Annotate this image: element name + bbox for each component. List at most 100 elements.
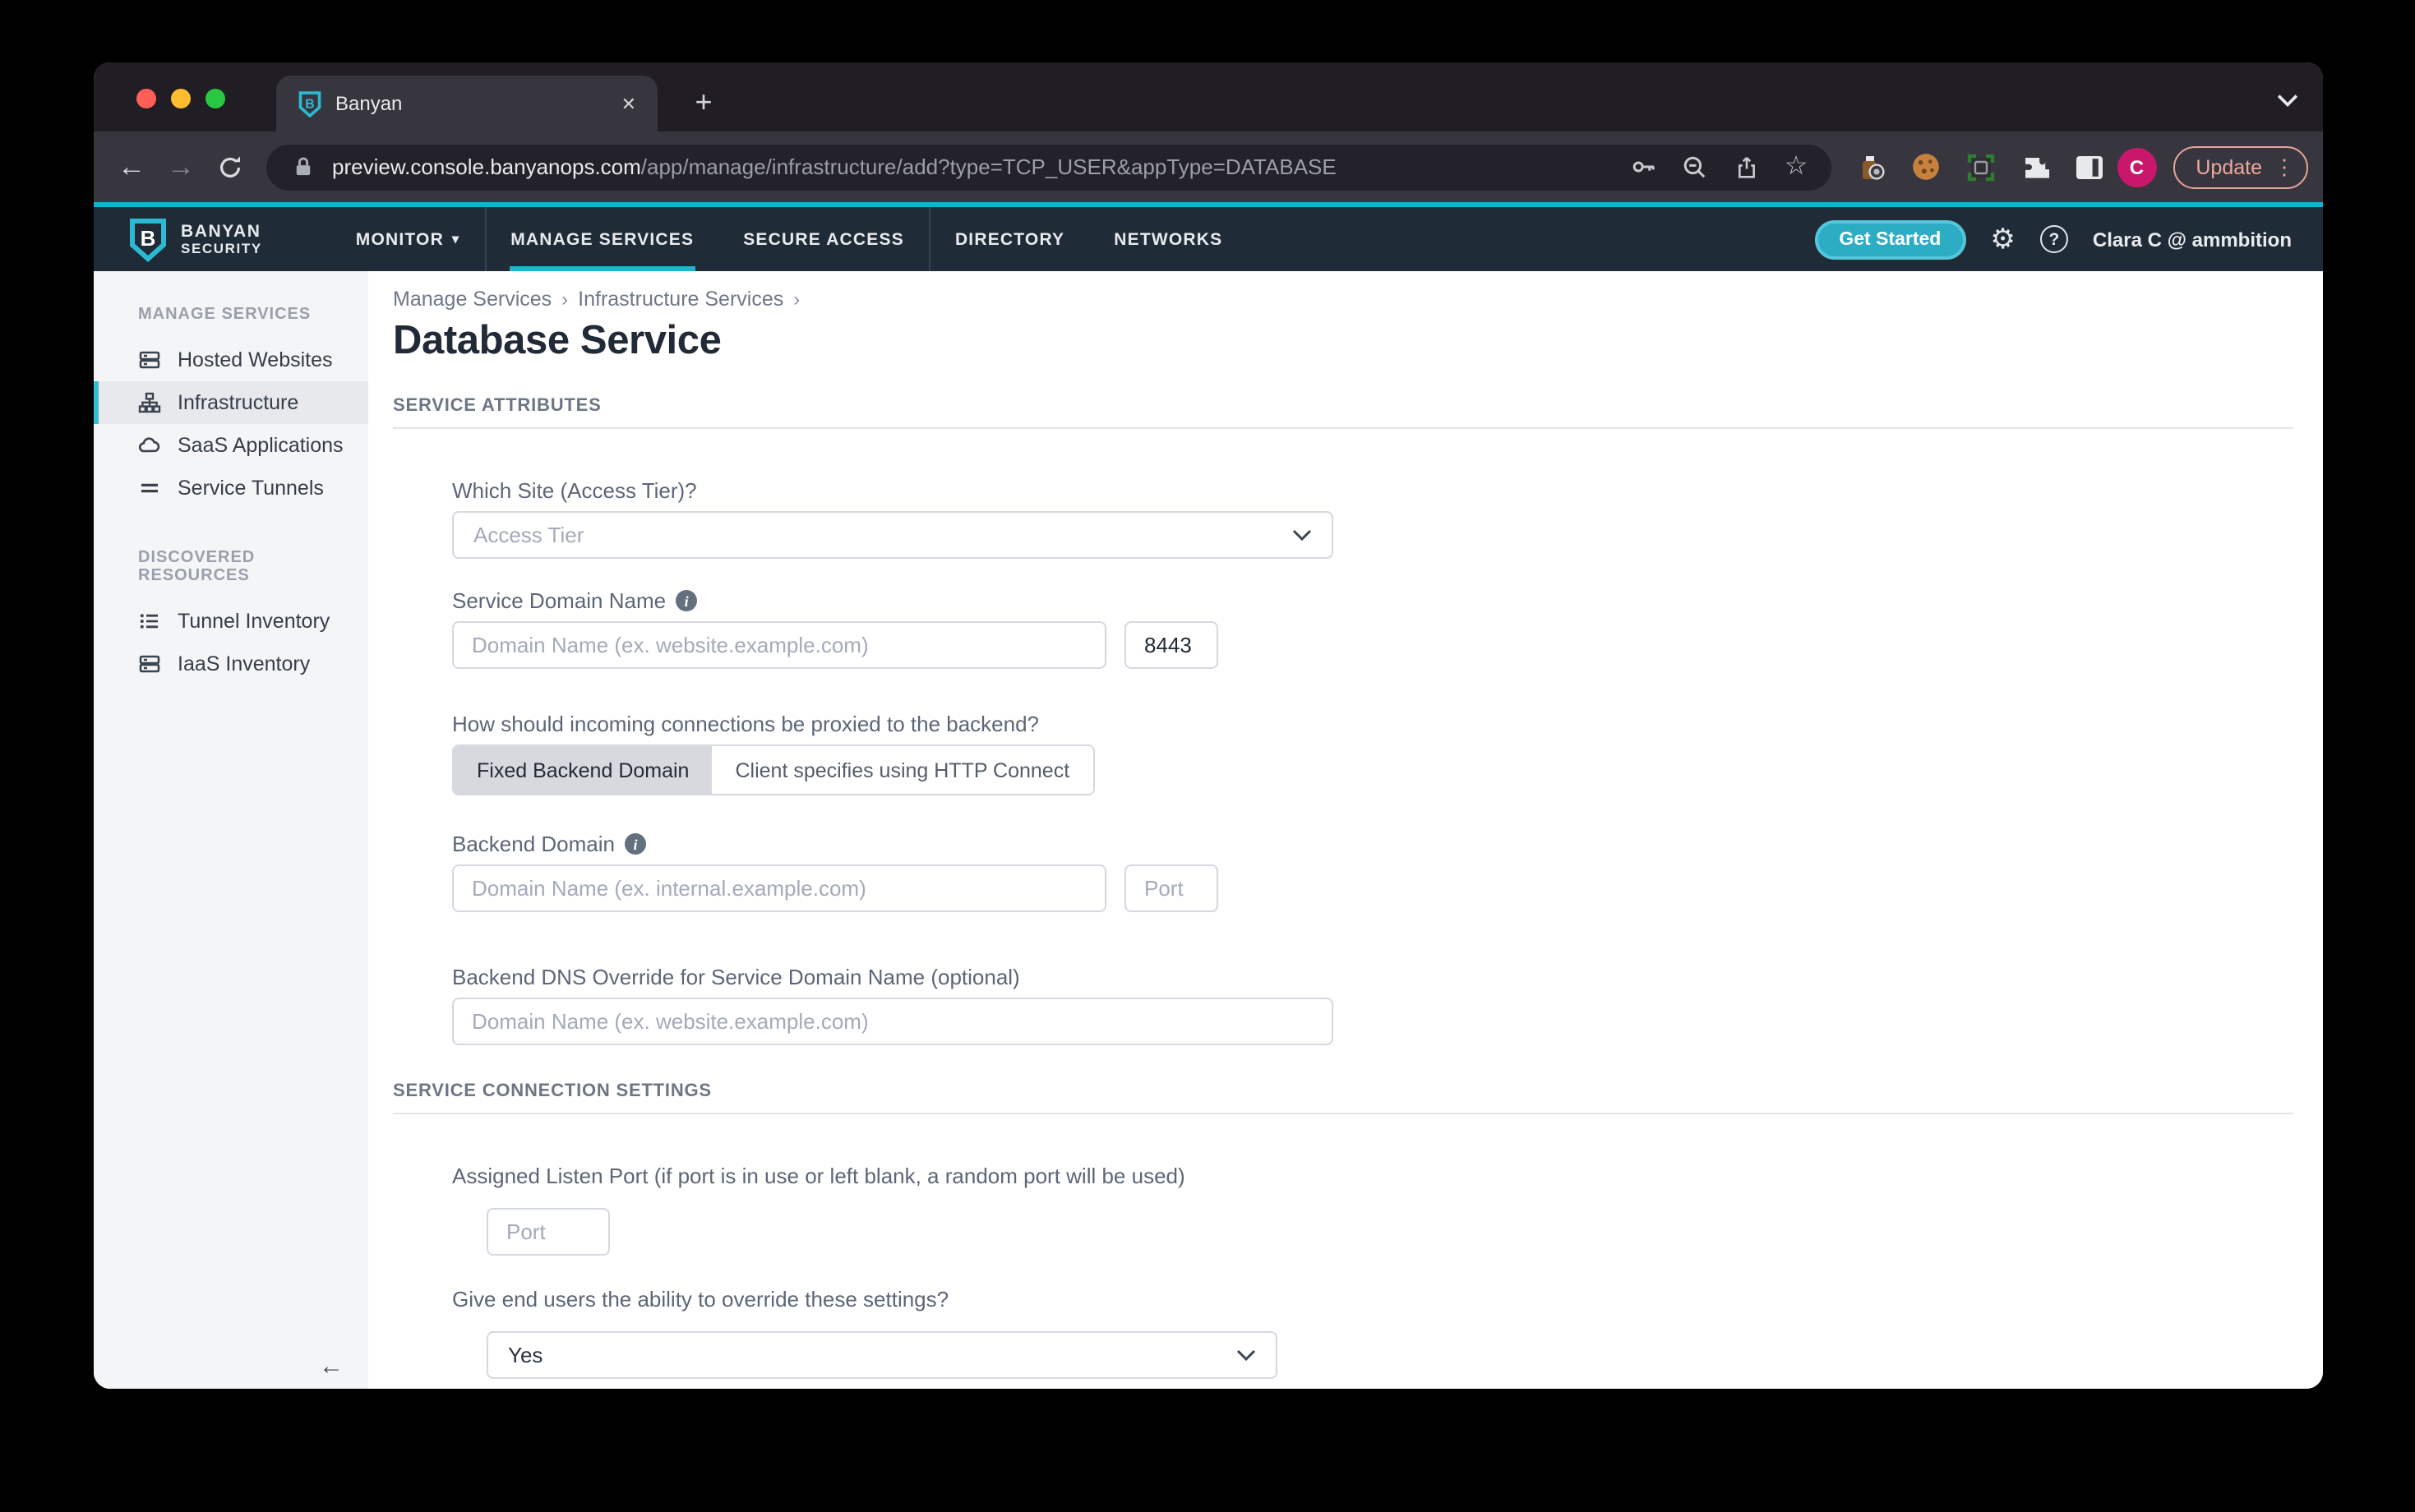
monitor-caret-icon: ▾ (451, 232, 460, 247)
sidebar-item-hosted-websites[interactable]: Hosted Websites (94, 339, 368, 381)
omnibox-actions: ☆ (1632, 153, 1808, 180)
connection-form: Assigned Listen Port (if port is in use … (452, 1164, 2293, 1389)
window-controls (136, 89, 225, 108)
help-icon[interactable]: ? (2039, 225, 2068, 253)
back-icon[interactable]: ← (109, 144, 155, 190)
sidebar-item-infrastructure[interactable]: Infrastructure (94, 381, 368, 424)
lock-icon (289, 154, 316, 180)
banyan-favicon: B (296, 90, 322, 118)
minimize-window-button[interactable] (171, 89, 191, 108)
brand-line2: SECURITY (181, 239, 262, 256)
site-label: Which Site (Access Tier)? (452, 478, 697, 503)
section-connection-settings: SERVICE CONNECTION SETTINGS (393, 1081, 712, 1101)
sidebar-item-tunnel-inventory[interactable]: Tunnel Inventory (94, 600, 368, 643)
backend-domain-input[interactable] (452, 864, 1106, 912)
backend-proxy-toggle: Fixed Backend Domain Client specifies us… (452, 744, 1095, 795)
info-icon[interactable]: i (625, 833, 646, 855)
url-text[interactable]: preview.console.banyanops.com/app/manage… (332, 154, 1615, 179)
tab-search-chevron-icon[interactable] (2277, 85, 2298, 115)
cookie-extension-icon[interactable] (1908, 149, 1944, 185)
sidebar-item-saas-applications[interactable]: SaaS Applications (94, 424, 368, 467)
tab-close-icon[interactable]: ✕ (616, 93, 641, 114)
service-domain-input[interactable] (452, 621, 1106, 669)
nav-networks[interactable]: NETWORKS (1089, 207, 1247, 271)
brand-line1: BANYAN (181, 221, 261, 242)
screenshot-extension-icon[interactable] (1962, 149, 1998, 185)
breadcrumb-separator: › (561, 288, 569, 311)
extensions-puzzle-icon[interactable] (2016, 149, 2053, 185)
section-divider (393, 427, 2293, 429)
extensions-row (1854, 149, 2107, 185)
forward-icon[interactable]: → (158, 144, 204, 190)
header-right: Get Started ⚙ ? Clara C @ ammbition (1814, 207, 2292, 271)
sidebar-item-service-tunnels[interactable]: Service Tunnels (94, 467, 368, 509)
bookmark-star-icon[interactable]: ☆ (1785, 153, 1808, 180)
nav-directory[interactable]: DIRECTORY (930, 207, 1089, 271)
url-domain: preview.console.banyanops.com (332, 154, 641, 179)
update-label: Update (2196, 155, 2262, 178)
new-tab-button[interactable]: + (682, 81, 725, 123)
settings-gear-icon[interactable]: ⚙ (1990, 225, 2016, 253)
backend-domain-label: Backend Domain i (452, 832, 2293, 856)
server-icon (138, 348, 161, 371)
zoom-window-button[interactable] (205, 89, 225, 108)
zoom-out-icon[interactable] (1683, 154, 1709, 180)
user-menu[interactable]: Clara C @ ammbition (2093, 228, 2292, 251)
tab-title: Banyan (335, 92, 403, 115)
page-title: Database Service (393, 319, 722, 363)
service-domain-label: Service Domain Name i (452, 588, 2293, 613)
sitemap-icon (138, 391, 161, 414)
access-tier-select[interactable]: Access Tier (452, 511, 1333, 559)
get-started-button[interactable]: Get Started (1814, 219, 1966, 259)
toggle-fixed-backend-domain[interactable]: Fixed Backend Domain (454, 746, 713, 794)
nav-secure-access[interactable]: SECURE ACCESS (718, 207, 929, 271)
toggle-client-http-connect[interactable]: Client specifies using HTTP Connect (712, 746, 1093, 794)
update-chrome-button[interactable]: Update ⋮ (2173, 145, 2308, 188)
breadcrumb-manage-services[interactable]: Manage Services (393, 288, 552, 311)
browser-menu-dots-icon[interactable]: ⋮ (2274, 154, 2295, 180)
breadcrumb-separator: › (793, 288, 801, 311)
primary-nav: MONITOR ▾ MANAGE SERVICES SECURE ACCESS … (331, 207, 1248, 271)
address-bar[interactable]: preview.console.banyanops.com/app/manage… (266, 144, 1831, 190)
service-form: Which Site (Access Tier)? Access Tier Se… (452, 478, 2293, 1045)
nav-manage-services[interactable]: MANAGE SERVICES (486, 207, 718, 271)
access-tier-placeholder: Access Tier (473, 523, 584, 547)
browser-tab[interactable]: B Banyan ✕ (276, 76, 658, 131)
sidebar-heading-discovered-resources: DISCOVERED RESOURCES (138, 549, 256, 585)
tunnel-lines-icon (138, 477, 161, 500)
dns-override-input[interactable] (452, 998, 1333, 1045)
sidebar-collapse-icon[interactable]: ← (319, 1353, 344, 1381)
tab-strip: B Banyan ✕ + (94, 62, 2323, 131)
override-label: Give end users the ability to override t… (452, 1287, 949, 1311)
listen-port-input[interactable] (487, 1208, 610, 1256)
sidebar-item-iaas-inventory[interactable]: IaaS Inventory (94, 643, 368, 685)
section-service-attributes: SERVICE ATTRIBUTES (393, 396, 602, 416)
sidebar: MANAGE SERVICES Hosted Websites Infrastr… (94, 271, 368, 1389)
desktop: B Banyan ✕ + ← → preview.console.banyano… (0, 0, 2415, 1512)
breadcrumb: Manage Services › Infrastructure Service… (393, 288, 2293, 311)
side-panel-icon[interactable] (2071, 149, 2107, 185)
dns-override-label: Backend DNS Override for Service Domain … (452, 965, 1020, 989)
override-select[interactable]: Yes (487, 1331, 1277, 1379)
profile-avatar[interactable]: C (2117, 147, 2157, 187)
password-key-icon[interactable] (1632, 154, 1658, 180)
breadcrumb-infrastructure-services[interactable]: Infrastructure Services (578, 288, 783, 311)
info-icon[interactable]: i (676, 590, 698, 611)
share-icon[interactable] (1734, 154, 1760, 180)
service-port-input[interactable] (1124, 621, 1218, 669)
backend-port-input[interactable] (1124, 864, 1218, 912)
browser-window: B Banyan ✕ + ← → preview.console.banyano… (94, 62, 2323, 1389)
override-value: Yes (508, 1343, 543, 1367)
proxy-question-label: How should incoming connections be proxi… (452, 712, 1040, 736)
reload-icon[interactable] (207, 144, 253, 190)
backend-domain-row (452, 864, 2293, 912)
main-content: Manage Services › Infrastructure Service… (368, 271, 2323, 1389)
svg-text:B: B (141, 225, 156, 250)
close-window-button[interactable] (136, 89, 156, 108)
banyan-shield-icon: B (130, 218, 166, 262)
banyan-logo[interactable]: B BANYAN SECURITY (128, 207, 262, 271)
svg-text:B: B (304, 96, 313, 110)
nav-monitor[interactable]: MONITOR ▾ (331, 207, 484, 271)
camera-extension-icon[interactable] (1854, 149, 1890, 185)
